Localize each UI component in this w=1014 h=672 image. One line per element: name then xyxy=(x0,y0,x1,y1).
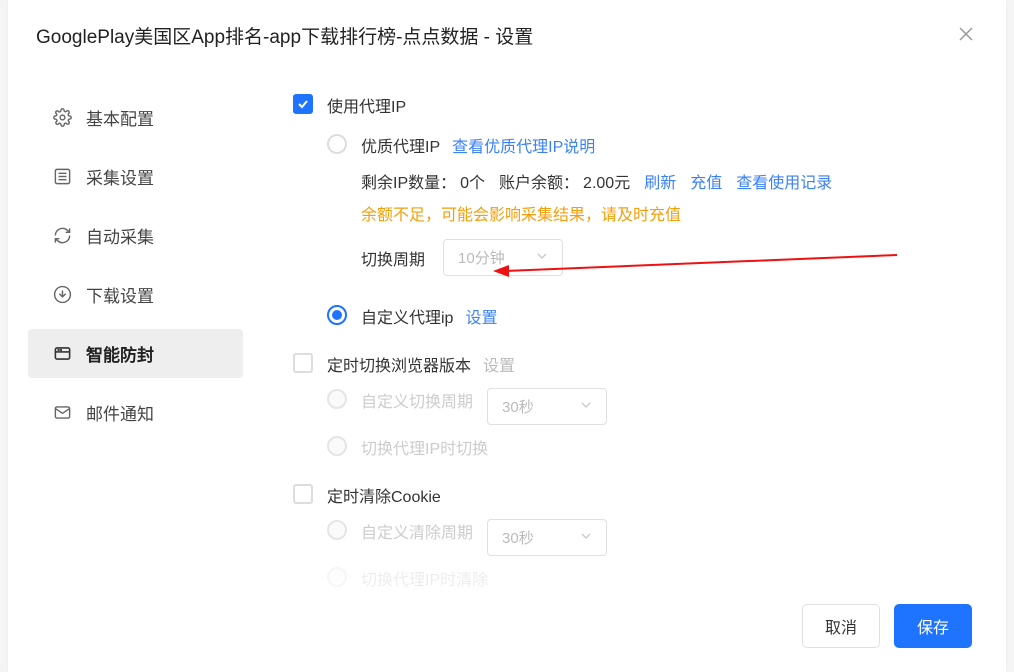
remain-value: 0个 xyxy=(460,169,485,193)
sidebar-item-label: 基本配置 xyxy=(86,105,154,130)
checkbox-switch-browser[interactable] xyxy=(293,353,313,373)
label-use-proxy: 使用代理IP xyxy=(327,93,406,117)
sidebar: 基本配置 采集设置 自动采集 下载设置 智能防封 邮件通知 xyxy=(28,63,243,588)
label-premium-proxy: 优质代理IP xyxy=(361,133,440,157)
warning-balance: 余额不足，可能会影响采集结果，请及时充值 xyxy=(361,207,681,224)
chevron-down-icon xyxy=(580,398,592,415)
select-switch-value: 30秒 xyxy=(502,396,534,417)
chevron-down-icon xyxy=(580,529,592,546)
mail-icon xyxy=(52,403,72,423)
check-icon xyxy=(297,98,309,110)
checkbox-use-proxy[interactable] xyxy=(293,94,313,114)
save-button[interactable]: 保存 xyxy=(894,604,972,648)
radio-custom-proxy[interactable] xyxy=(327,305,347,325)
radio-custom-switch-cycle xyxy=(327,389,347,409)
radio-premium-proxy[interactable] xyxy=(327,134,347,154)
sidebar-item-auto[interactable]: 自动采集 xyxy=(28,211,243,260)
content-panel: 使用代理IP 优质代理IP 查看优质代理IP说明 剩余IP数量： 0个 账户余额… xyxy=(243,63,1006,588)
radio-custom-clear-cycle xyxy=(327,520,347,540)
sidebar-item-label: 自动采集 xyxy=(86,223,154,248)
sidebar-item-label: 下载设置 xyxy=(86,282,154,307)
label-cycle: 切换周期 xyxy=(361,246,425,270)
refresh-icon xyxy=(52,226,72,246)
cancel-button[interactable]: 取消 xyxy=(802,604,880,648)
label-custom-proxy: 自定义代理ip xyxy=(361,304,453,328)
link-refresh[interactable]: 刷新 xyxy=(644,169,676,193)
sidebar-item-label: 智能防封 xyxy=(86,341,154,366)
link-view-log[interactable]: 查看使用记录 xyxy=(736,169,832,193)
gear-icon xyxy=(52,108,72,128)
select-cycle-value: 10分钟 xyxy=(458,247,505,268)
close-icon xyxy=(959,27,973,41)
link-recharge[interactable]: 充值 xyxy=(690,169,722,193)
sidebar-item-download[interactable]: 下载设置 xyxy=(28,270,243,319)
label-switch-on-proxy: 切换代理IP时切换 xyxy=(361,435,488,459)
remain-prefix: 剩余IP数量： xyxy=(361,169,456,193)
sidebar-item-collect[interactable]: 采集设置 xyxy=(28,152,243,201)
checkbox-clear-cookie[interactable] xyxy=(293,484,313,504)
label-custom-switch-cycle: 自定义切换周期 xyxy=(361,388,473,412)
link-premium-info[interactable]: 查看优质代理IP说明 xyxy=(452,133,595,157)
sidebar-item-basic[interactable]: 基本配置 xyxy=(28,93,243,142)
label-switch-browser: 定时切换浏览器版本 xyxy=(327,352,471,376)
sidebar-item-label: 邮件通知 xyxy=(86,400,154,425)
link-custom-proxy-settings[interactable]: 设置 xyxy=(465,304,497,328)
balance-prefix: 账户余额： xyxy=(499,169,579,193)
sidebar-item-mail[interactable]: 邮件通知 xyxy=(28,388,243,437)
select-clear-value: 30秒 xyxy=(502,527,534,548)
balance-value: 2.00元 xyxy=(583,169,630,193)
sidebar-item-antiblock[interactable]: 智能防封 xyxy=(28,329,243,378)
select-switch-cycle: 30秒 xyxy=(487,388,607,425)
link-switch-browser-settings[interactable]: 设置 xyxy=(483,352,515,376)
chevron-down-icon xyxy=(536,249,548,266)
modal-title: GooglePlay美国区App排名-app下载排行榜-点点数据 - 设置 xyxy=(36,22,533,49)
sidebar-item-label: 采集设置 xyxy=(86,164,154,189)
select-cycle[interactable]: 10分钟 xyxy=(443,239,563,276)
radio-switch-on-proxy xyxy=(327,436,347,456)
label-clear-cookie: 定时清除Cookie xyxy=(327,483,441,507)
radio-clear-on-proxy xyxy=(327,567,347,587)
shield-icon xyxy=(52,344,72,364)
list-icon xyxy=(52,167,72,187)
download-icon xyxy=(52,285,72,305)
close-button[interactable] xyxy=(954,22,978,46)
select-clear-cycle: 30秒 xyxy=(487,519,607,556)
label-clear-on-proxy: 切换代理IP时清除 xyxy=(361,566,488,588)
label-custom-clear-cycle: 自定义清除周期 xyxy=(361,519,473,543)
